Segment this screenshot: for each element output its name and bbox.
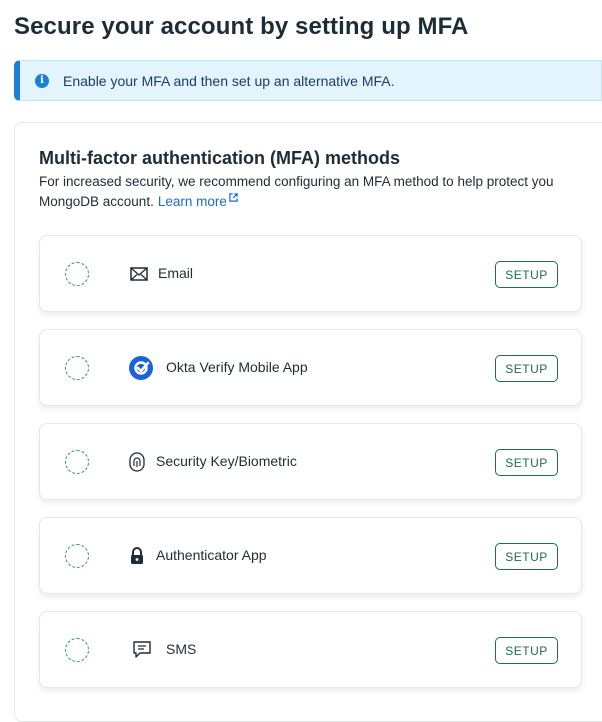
info-icon: i <box>35 73 49 88</box>
status-indicator <box>65 450 89 474</box>
setup-okta-verify-button[interactable]: SETUP <box>495 355 558 382</box>
status-indicator <box>65 262 89 286</box>
lock-icon <box>125 544 149 568</box>
section-title: Multi-factor authentication (MFA) method… <box>39 148 400 168</box>
info-banner: i Enable your MFA and then set up an alt… <box>14 60 602 101</box>
chat-bubble-icon <box>130 638 154 662</box>
page-title: Secure your account by setting up MFA <box>14 13 469 40</box>
status-indicator <box>65 638 89 662</box>
setup-sms-button[interactable]: SETUP <box>495 637 558 664</box>
method-label: Authenticator App <box>156 547 267 563</box>
envelope-icon <box>127 262 151 286</box>
method-label: Security Key/Biometric <box>156 453 297 469</box>
mfa-method-authenticator-app: Authenticator App SETUP <box>39 517 582 594</box>
method-label: SMS <box>166 641 197 657</box>
status-indicator <box>65 356 89 380</box>
learn-more-link[interactable]: Learn more <box>157 193 238 209</box>
mfa-method-okta-verify: Okta Verify Mobile App SETUP <box>39 329 582 406</box>
section-description-text: For increased security, we recommend con… <box>39 174 554 209</box>
setup-email-button[interactable]: SETUP <box>495 261 558 288</box>
setup-authenticator-app-button[interactable]: SETUP <box>495 543 558 570</box>
mfa-method-sms: SMS SETUP <box>39 611 582 688</box>
status-indicator <box>65 544 89 568</box>
mfa-method-security-key: Security Key/Biometric SETUP <box>39 423 582 500</box>
banner-text: Enable your MFA and then set up an alter… <box>63 72 395 89</box>
method-label: Okta Verify Mobile App <box>166 359 308 375</box>
fingerprint-icon <box>125 450 149 474</box>
method-label: Email <box>158 265 194 281</box>
external-link-icon <box>229 193 238 202</box>
section-description: For increased security, we recommend con… <box>39 172 584 212</box>
okta-verify-icon <box>129 356 153 380</box>
setup-security-key-button[interactable]: SETUP <box>495 449 558 476</box>
mfa-method-email: Email SETUP <box>39 235 582 312</box>
learn-more-label: Learn more <box>157 194 227 209</box>
